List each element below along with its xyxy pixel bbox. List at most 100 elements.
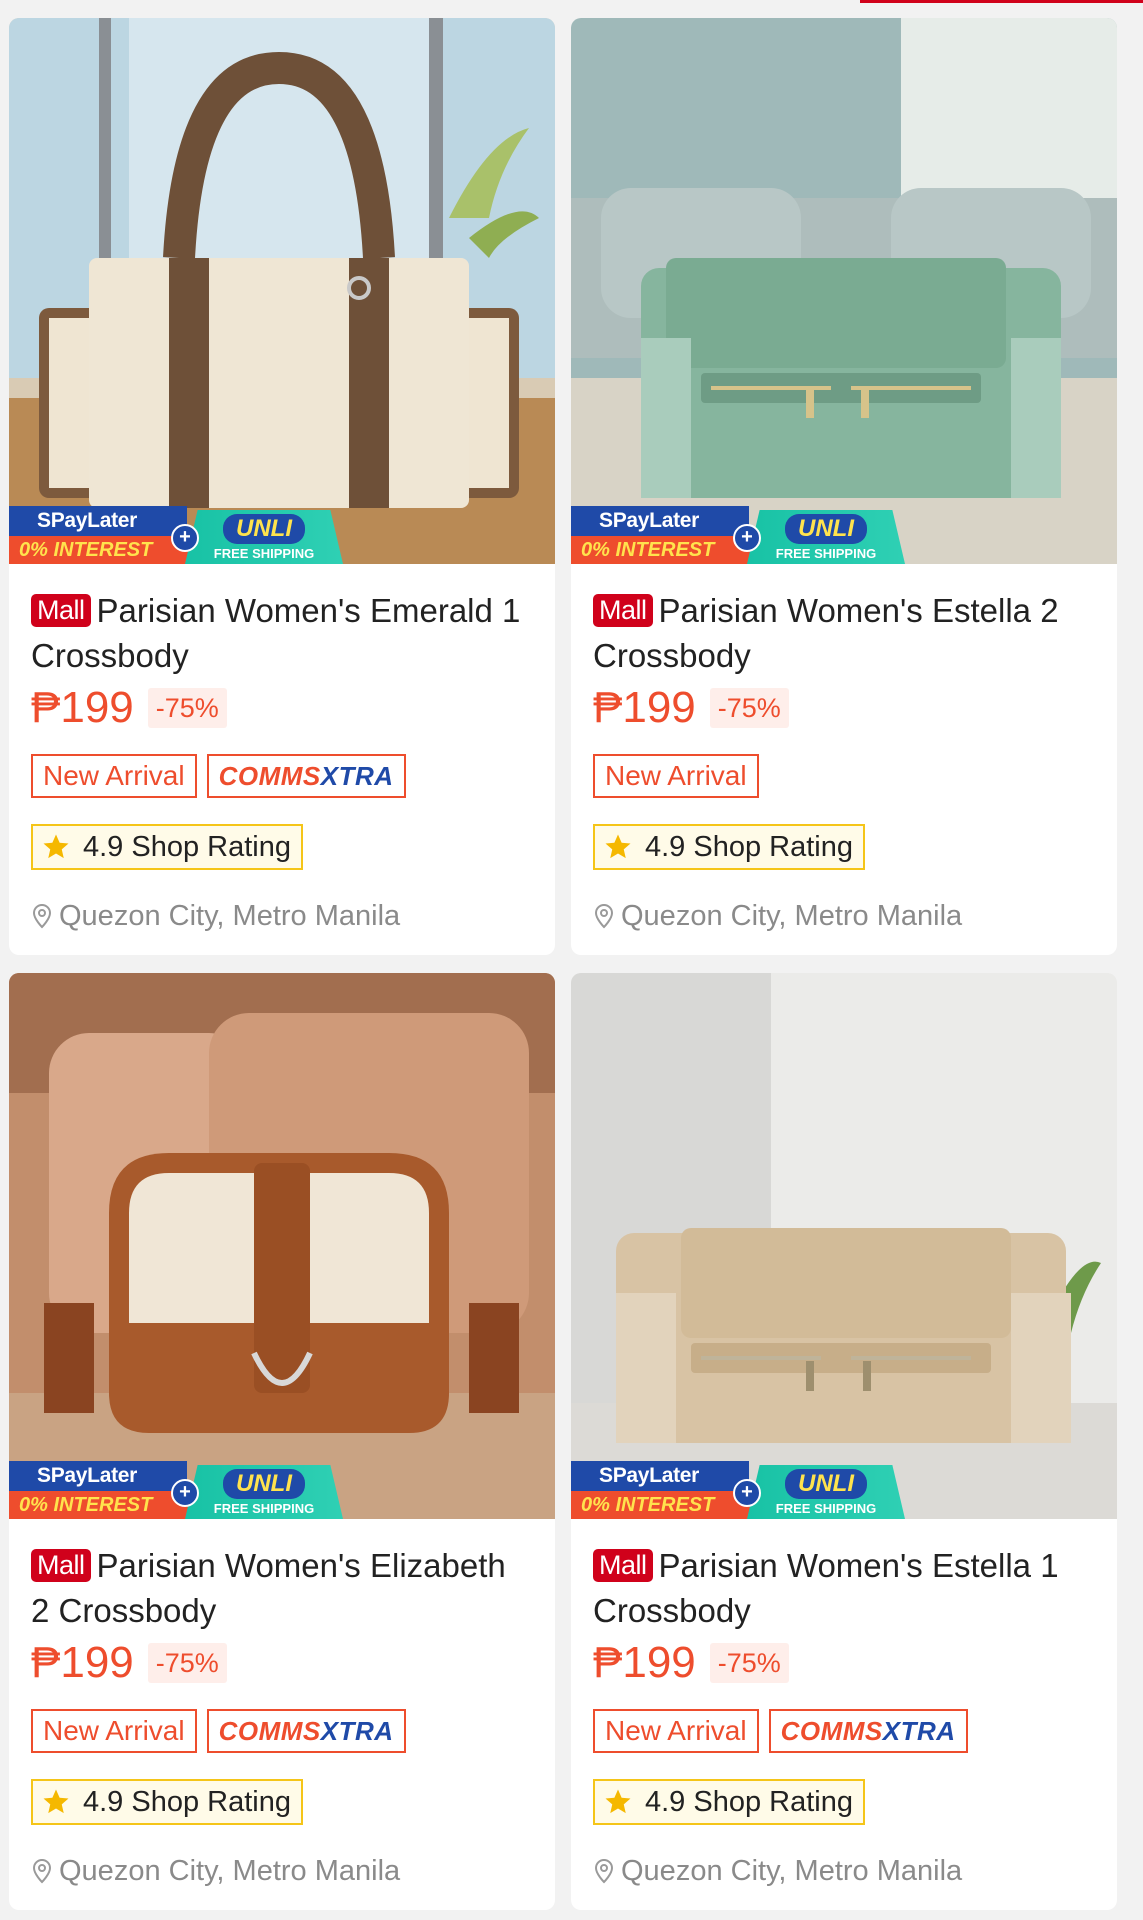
plus-icon: + (171, 1479, 199, 1507)
unli-label: UNLI (785, 514, 867, 544)
shop-rating-text: 4.9 Shop Rating (83, 831, 291, 863)
free-shipping-label: FREE SHIPPING (213, 546, 315, 561)
discount-badge: -75% (147, 1643, 227, 1683)
product-image[interactable]: SPayLater 0% INTEREST + UNLI FREE SHIPPI… (9, 973, 555, 1519)
spaylater-label: SPayLater (9, 506, 187, 536)
interest-label: 0% INTEREST (571, 536, 757, 564)
promo-banner: SPayLater 0% INTEREST + UNLI FREE SHIPPI… (571, 506, 905, 564)
shop-rating-badge: 4.9 Shop Rating (593, 1779, 865, 1825)
star-icon (605, 834, 631, 859)
commsxtra-tag: COMMSXTRA (206, 1709, 406, 1753)
commsxtra-tag-part2: XTRA (882, 1716, 956, 1746)
plus-icon: + (171, 524, 199, 552)
location-pin-icon (32, 1858, 52, 1884)
interest-label: 0% INTEREST (9, 536, 195, 564)
shop-rating-text: 4.9 Shop Rating (645, 831, 853, 863)
product-title[interactable]: Mall Parisian Women's Estella 1 Crossbody (593, 1543, 1095, 1633)
promo-banner: SPayLater 0% INTEREST + UNLI FREE SHIPPI… (571, 1461, 905, 1519)
tote-bag-image (9, 18, 555, 564)
discount-badge: -75% (709, 688, 789, 728)
shop-rating-badge: 4.9 Shop Rating (593, 824, 865, 870)
shop-location: Quezon City, Metro Manila (59, 900, 401, 932)
promo-banner: SPayLater 0% INTEREST + UNLI FREE SHIPPI… (9, 1461, 343, 1519)
mall-badge: Mall (31, 1549, 91, 1582)
shop-rating-text: 4.9 Shop Rating (83, 1786, 291, 1818)
shop-location: Quezon City, Metro Manila (621, 1855, 963, 1887)
spaylater-label: SPayLater (571, 1461, 749, 1491)
product-title-text: Parisian Women's Estella 1 Crossbody (593, 1547, 1059, 1629)
location-pin-icon (594, 903, 614, 929)
mall-badge: Mall (31, 594, 91, 627)
new-arrival-tag: New Arrival (593, 1709, 759, 1753)
shop-rating-badge: 4.9 Shop Rating (31, 1779, 303, 1825)
star-icon (43, 1789, 69, 1814)
location-row: Quezon City, Metro Manila (31, 1851, 533, 1891)
product-card[interactable]: SPayLater 0% INTEREST + UNLI FREE SHIPPI… (9, 18, 555, 955)
location-row: Quezon City, Metro Manila (31, 896, 533, 936)
new-arrival-tag: New Arrival (593, 754, 759, 798)
unli-label: UNLI (785, 1469, 867, 1499)
commsxtra-tag-part1: COMMS (218, 761, 321, 791)
location-row: Quezon City, Metro Manila (593, 896, 1095, 936)
mall-badge: Mall (593, 594, 653, 627)
price-row: ₱199 -75% (593, 1639, 1095, 1687)
discount-badge: -75% (147, 688, 227, 728)
commsxtra-tag-part1: COMMS (780, 1716, 883, 1746)
price-row: ₱199 -75% (31, 684, 533, 732)
unli-label: UNLI (223, 514, 305, 544)
commsxtra-tag-part2: XTRA (320, 761, 394, 791)
product-card[interactable]: SPayLater 0% INTEREST + UNLI FREE SHIPPI… (9, 973, 555, 1910)
spaylater-label: SPayLater (9, 1461, 187, 1491)
mall-badge: Mall (593, 1549, 653, 1582)
shop-rating-badge: 4.9 Shop Rating (31, 824, 303, 870)
shop-rating-text: 4.9 Shop Rating (645, 1786, 853, 1818)
product-image[interactable]: SPayLater 0% INTEREST + UNLI FREE SHIPPI… (571, 18, 1117, 564)
star-icon (43, 834, 69, 859)
interest-label: 0% INTEREST (571, 1491, 757, 1519)
interest-label: 0% INTEREST (9, 1491, 195, 1519)
location-row: Quezon City, Metro Manila (593, 1851, 1095, 1891)
product-image[interactable]: SPayLater 0% INTEREST + UNLI FREE SHIPPI… (571, 973, 1117, 1519)
price-row: ₱199 -75% (31, 1639, 533, 1687)
free-shipping-label: FREE SHIPPING (775, 546, 877, 561)
tags-row: New Arrival COMMSXTRA (31, 754, 533, 798)
product-title-text: Parisian Women's Elizabeth 2 Crossbody (31, 1547, 506, 1629)
saddle-bag-image (9, 973, 555, 1519)
crossbody-bag-image (571, 973, 1117, 1519)
product-title-text: Parisian Women's Estella 2 Crossbody (593, 592, 1059, 674)
tags-row: New Arrival (593, 754, 1095, 798)
commsxtra-tag: COMMSXTRA (768, 1709, 968, 1753)
price: ₱199 (31, 683, 134, 732)
tags-row: New Arrival COMMSXTRA (31, 1709, 533, 1753)
commsxtra-tag-part2: XTRA (320, 1716, 394, 1746)
promo-banner: SPayLater 0% INTEREST + UNLI FREE SHIPPI… (9, 506, 343, 564)
commsxtra-tag: COMMSXTRA (206, 754, 406, 798)
free-shipping-label: FREE SHIPPING (213, 1501, 315, 1516)
new-arrival-tag: New Arrival (31, 754, 197, 798)
location-pin-icon (594, 1858, 614, 1884)
product-image[interactable]: SPayLater 0% INTEREST + UNLI FREE SHIPPI… (9, 18, 555, 564)
price-row: ₱199 -75% (593, 684, 1095, 732)
crossbody-bag-image (571, 18, 1117, 564)
product-title[interactable]: Mall Parisian Women's Estella 2 Crossbody (593, 588, 1095, 678)
unli-label: UNLI (223, 1469, 305, 1499)
product-title[interactable]: Mall Parisian Women's Elizabeth 2 Crossbo… (31, 1543, 533, 1633)
commsxtra-tag-part1: COMMS (218, 1716, 321, 1746)
new-arrival-tag: New Arrival (31, 1709, 197, 1753)
tags-row: New Arrival COMMSXTRA (593, 1709, 1095, 1753)
free-shipping-label: FREE SHIPPING (775, 1501, 877, 1516)
spaylater-label: SPayLater (571, 506, 749, 536)
discount-badge: -75% (709, 1643, 789, 1683)
location-pin-icon (32, 903, 52, 929)
product-title[interactable]: Mall Parisian Women's Emerald 1 Crossbody (31, 588, 533, 678)
price: ₱199 (31, 1638, 134, 1687)
shop-location: Quezon City, Metro Manila (621, 900, 963, 932)
product-grid: SPayLater 0% INTEREST + UNLI FREE SHIPPI… (9, 18, 1117, 1910)
product-card[interactable]: SPayLater 0% INTEREST + UNLI FREE SHIPPI… (571, 18, 1117, 955)
star-icon (605, 1789, 631, 1814)
price: ₱199 (593, 683, 696, 732)
product-card[interactable]: SPayLater 0% INTEREST + UNLI FREE SHIPPI… (571, 973, 1117, 1910)
active-tab-indicator (860, 0, 1143, 3)
plus-icon: + (733, 1479, 761, 1507)
product-title-text: Parisian Women's Emerald 1 Crossbody (31, 592, 521, 674)
